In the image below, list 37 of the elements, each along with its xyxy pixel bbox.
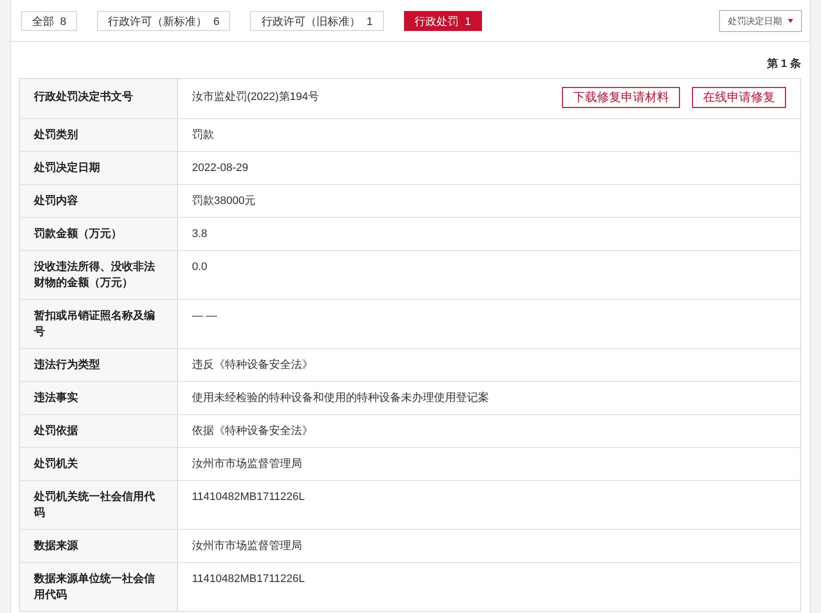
field-label: 暂扣或吊销证照名称及编号	[20, 300, 178, 348]
action-button[interactable]: 在线申请修复	[692, 87, 786, 108]
sort-button[interactable]: 处罚决定日期	[719, 10, 802, 32]
field-label: 罚款金额（万元）	[20, 218, 178, 250]
field-value: — —	[192, 309, 218, 324]
field-value: 2022-08-29	[192, 161, 248, 176]
field-value: 11410482MB1711226L	[192, 490, 305, 505]
category-tab[interactable]: 行政处罚 1	[404, 11, 482, 31]
field-label: 没收违法所得、没收非法财物的金额（万元）	[20, 251, 178, 299]
record-counter: 第 1 条	[766, 58, 801, 70]
field-value: 违反《特种设备安全法》	[192, 358, 313, 373]
field-value: 11410482MB1711226L	[192, 572, 305, 587]
field-label: 处罚决定日期	[20, 152, 178, 184]
field-label: 处罚内容	[20, 185, 178, 217]
field-value: 汝州市市场监督管理局	[192, 456, 302, 472]
field-label: 数据来源单位统一社会信用代码	[20, 563, 178, 611]
field-label: 数据来源	[20, 530, 178, 562]
field-label: 行政处罚决定书文号	[20, 79, 178, 118]
field-value: 汝州市市场监督管理局	[192, 538, 302, 554]
field-value: 汝市监处罚(2022)第194号	[192, 90, 320, 105]
category-tab[interactable]: 行政许可（新标准） 6	[97, 11, 230, 31]
field-label: 违法事实	[20, 382, 178, 414]
category-tab[interactable]: 全部 8	[21, 11, 78, 31]
field-value: 罚款38000元	[192, 194, 256, 209]
field-value: 0.0	[192, 260, 208, 275]
field-label: 处罚机关统一社会信用代码	[20, 481, 178, 529]
field-label: 处罚依据	[20, 415, 178, 447]
action-button[interactable]: 下载修复申请材料	[562, 87, 680, 108]
field-value: 3.8	[192, 227, 208, 242]
category-tab[interactable]: 行政许可（旧标准） 1	[250, 11, 384, 31]
field-value: 罚款	[192, 128, 214, 143]
caret-icon	[788, 19, 793, 23]
field-label: 处罚机关	[20, 448, 178, 480]
field-label: 违法行为类型	[20, 349, 178, 381]
field-value: 依据《特种设备安全法》	[192, 424, 313, 439]
field-label: 处罚类别	[20, 119, 178, 151]
field-value: 使用未经检验的特种设备和使用的特种设备未办理使用登记案	[192, 390, 489, 406]
